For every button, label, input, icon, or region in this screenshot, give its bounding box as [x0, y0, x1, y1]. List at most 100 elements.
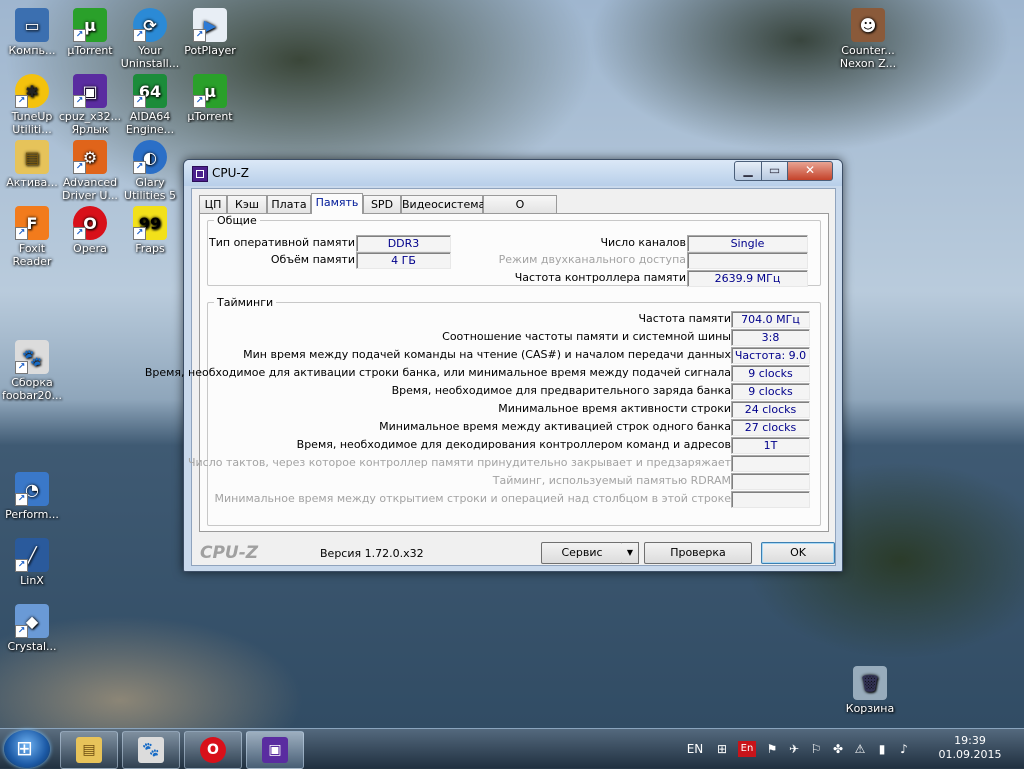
aida64-logo-icon: 64 ↗ — [133, 74, 167, 108]
tab-cache[interactable]: Кэш — [227, 195, 267, 213]
trash-icon: 🗑 — [853, 666, 887, 700]
aida64-icon[interactable]: 64 ↗ AIDA64 Engine... — [116, 74, 184, 136]
opera-logo-icon: O — [200, 737, 226, 763]
timing-label: Соотношение частоты памяти и системной ш… — [442, 330, 731, 343]
general-legend: Общие — [217, 214, 257, 227]
fraps-logo-icon: 99 ↗ — [133, 206, 167, 240]
keyboard-layout-badge[interactable]: En — [738, 741, 756, 757]
counter-strike-icon[interactable]: ☻ Counter... Nexon Z... — [834, 8, 902, 70]
alert-icon[interactable]: ⚠ — [852, 741, 868, 757]
validate-button[interactable]: Проверка — [644, 542, 752, 564]
utorrent-icon[interactable]: µ ↗ µTorrent — [56, 8, 124, 57]
volume-icon[interactable]: ♪ — [896, 741, 912, 757]
foobar-logo-icon: 🐾 — [138, 737, 164, 763]
cpuz-shortcut-icon[interactable]: ▣ ↗ cpuz_x32... Ярлык — [56, 74, 124, 136]
nb-frequency-label: Частота контроллера памяти — [514, 271, 686, 284]
ok-button[interactable]: OK — [761, 542, 835, 564]
taskbar-opera-button[interactable]: O — [184, 731, 242, 769]
window-client: ЦП Кэш Плата Память SPD Видеосистема О п… — [145, 188, 836, 566]
service-button[interactable]: Сервис — [541, 542, 623, 564]
linx-logo-icon: ╱ ↗ — [15, 538, 49, 572]
recycle-bin-icon[interactable]: 🗑 Корзина — [836, 666, 904, 715]
memory-size-label: Объём памяти — [270, 253, 355, 266]
footer-bar: CPU-Z Версия 1.72.0.x32 Сервис ▼ Проверк… — [192, 533, 835, 565]
language-indicator[interactable]: EN — [684, 741, 706, 757]
tab-memory[interactable]: Память — [311, 193, 363, 214]
flag-icon[interactable]: ⊞ — [714, 741, 730, 757]
timing-value — [731, 473, 810, 490]
foobar-icon[interactable]: 🐾 ↗ Сборка foobar20... — [0, 340, 66, 402]
close-button[interactable]: ✕ — [787, 161, 833, 181]
clock[interactable]: 19:39 01.09.2015 — [938, 734, 1002, 762]
utorrent-2-icon[interactable]: µ ↗ µTorrent — [176, 74, 244, 123]
fraps-icon[interactable]: 99 ↗ Fraps — [116, 206, 184, 255]
potplayer-icon[interactable]: ▶ ↗ PotPlayer — [176, 8, 244, 57]
chip-icon: ▣ ↗ — [73, 74, 107, 108]
chip-icon: ▣ — [262, 737, 288, 763]
clock-time: 19:39 — [954, 734, 986, 747]
minimize-button[interactable]: ▁ — [734, 161, 762, 181]
version-text: Версия 1.72.0.x32 — [320, 547, 424, 560]
timing-label: Мин время между подачей команды на чтени… — [243, 348, 731, 361]
performance-icon[interactable]: ◔ ↗ Perform... — [0, 472, 66, 521]
memory-type-value: DDR3 — [356, 235, 451, 252]
timing-value — [731, 491, 810, 508]
network-icon[interactable]: ✤ — [830, 741, 846, 757]
tab-about[interactable]: О программе — [483, 195, 557, 228]
security-icon[interactable]: ⚑ — [764, 741, 780, 757]
window-title: CPU-Z — [212, 166, 249, 180]
dual-mode-value — [687, 252, 808, 269]
cpuz-app-icon — [192, 166, 208, 182]
battery-icon[interactable]: ▮ — [874, 741, 890, 757]
taskbar-explorer-button[interactable]: ▤ — [60, 731, 118, 769]
opera-icon[interactable]: O ↗ Opera — [56, 206, 124, 255]
gear-icon: ⚙ ↗ — [73, 140, 107, 174]
nb-frequency-value: 2639.9 МГц — [687, 270, 808, 287]
channels-label: Число каналов — [600, 236, 686, 249]
timing-label: Частота памяти — [638, 312, 731, 325]
foobar-logo-icon: 🐾 ↗ — [15, 340, 49, 374]
tab-mainboard[interactable]: Плата — [267, 195, 311, 213]
folder-icon: ▤ — [76, 737, 102, 763]
monitor-icon: ▭ — [15, 8, 49, 42]
crystal-icon[interactable]: ◆ ↗ Crystal... — [0, 604, 66, 653]
bluetooth-icon[interactable]: ✈ — [786, 741, 802, 757]
uninstaller-logo-icon: ⟳ ↗ — [133, 8, 167, 42]
start-button[interactable] — [4, 730, 50, 768]
memory-type-label: Тип оперативной памяти — [209, 236, 355, 249]
timing-value: 24 clocks — [731, 401, 810, 418]
service-dropdown-arrow-icon[interactable]: ▼ — [622, 542, 639, 564]
tab-cpu[interactable]: ЦП — [199, 195, 227, 213]
timing-label: Время, необходимое для декодирования кон… — [296, 438, 731, 451]
timing-value: 704.0 МГц — [731, 311, 810, 328]
taskbar-cpuz-button[interactable]: ▣ — [246, 731, 304, 769]
taskbar-foobar-button[interactable]: 🐾 — [122, 731, 180, 769]
crystal-logo-icon: ◆ ↗ — [15, 604, 49, 638]
linx-icon[interactable]: ╱ ↗ LinX — [0, 538, 66, 587]
maximize-button[interactable]: ▭ — [761, 161, 788, 181]
timing-label: Минимальное время активности строки — [498, 402, 731, 415]
foxit-logo-icon: F ↗ — [15, 206, 49, 240]
folder-icon: ▤ — [15, 140, 49, 174]
advanced-driver-updater-icon[interactable]: ⚙ ↗ Advanced Driver U... — [56, 140, 124, 202]
action-center-icon[interactable]: ⚐ — [808, 741, 824, 757]
timing-label: Время, необходимое для активации строки … — [144, 366, 731, 379]
memory-panel: Общие Тип оперативной памяти DDR3 Объём … — [145, 213, 829, 532]
your-uninstaller-icon[interactable]: ⟳ ↗ Your Uninstall... — [116, 8, 184, 70]
timing-label: Тайминг, используемый памятью RDRAM — [492, 474, 731, 487]
title-bar[interactable]: CPU-Z ▁ ▭ ✕ — [184, 160, 842, 186]
cpuz-window: CPU-Z ▁ ▭ ✕ ЦП Кэш Плата Память SPD Виде… — [145, 159, 843, 572]
cpuz-brand-logo: CPU-Z — [200, 543, 259, 563]
glary-icon[interactable]: ◐ ↗ Glary Utilities 5 — [116, 140, 184, 202]
channels-value: Single — [687, 235, 808, 252]
tab-spd[interactable]: SPD — [363, 195, 401, 213]
clock-date: 01.09.2015 — [938, 748, 1002, 761]
timing-label: Число тактов, через которое контроллер п… — [187, 456, 731, 469]
tab-graphics[interactable]: Видеосистема — [401, 195, 485, 213]
play-icon: ▶ ↗ — [193, 8, 227, 42]
utorrent-logo-icon: µ ↗ — [73, 8, 107, 42]
timing-value: 9 clocks — [731, 383, 810, 400]
dual-mode-label: Режим двухканального доступа — [498, 253, 686, 266]
system-tray: EN ⊞ En ⚑ ✈ ⚐ ✤ ⚠ ▮ ♪ — [680, 729, 930, 769]
timing-label: Минимальное время между открытием строки… — [214, 492, 731, 505]
